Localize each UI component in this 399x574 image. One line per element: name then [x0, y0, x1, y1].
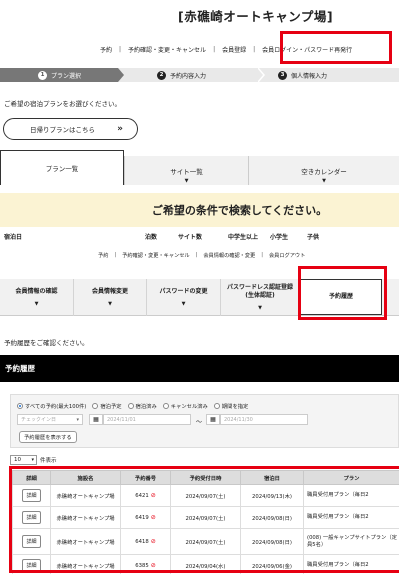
triangle-down-icon: ▼: [258, 304, 262, 311]
step-label: プラン選択: [51, 72, 82, 80]
date-to-input[interactable]: 2024/11/30: [220, 414, 308, 425]
step-divider-icon: [258, 68, 265, 82]
radio-period[interactable]: [213, 403, 220, 409]
highlight-history-tab: [298, 266, 387, 320]
nav-reservation-manage-link[interactable]: 予約確認・変更・キャンセル: [128, 45, 206, 54]
tab-passwordless-auth[interactable]: パスワードレス認証登録 (生体認証) ▼: [221, 279, 300, 316]
criteria-sites: サイト数: [178, 234, 203, 241]
filter-radio-group: すべての予約(最大100件) 宿泊予定 宿泊済み キャンセル済み 期間を指定: [17, 402, 254, 410]
criteria-infants: 子供: [307, 234, 320, 241]
nav2-reserve-link[interactable]: 予約: [98, 252, 108, 259]
nav-member-register-link[interactable]: 会員登録: [222, 45, 246, 54]
search-banner: ご希望の条件で検索してください。: [0, 193, 399, 227]
nav2-reservation-manage-link[interactable]: 予約確認・変更・キャンセル: [122, 252, 189, 259]
search-criteria-row: 宿泊日 泊数 サイト数 中学生以上 小学生 子供: [0, 228, 399, 241]
step-label: 予約内容入力: [170, 72, 207, 80]
criteria-checkin: 宿泊日: [4, 234, 23, 241]
tab-site-list[interactable]: サイト一覧 ▼: [124, 156, 248, 185]
tab-password-change[interactable]: パスワードの変更 ▼: [147, 279, 221, 316]
history-filter: すべての予約(最大100件) 宿泊予定 宿泊済み キャンセル済み 期間を指定 チ…: [10, 394, 399, 448]
calendar-icon[interactable]: ▦: [89, 414, 103, 425]
calendar-icon[interactable]: ▦: [206, 414, 220, 425]
chevron-down-icon: ▾: [31, 457, 34, 463]
progress-steps: 1 プラン選択 2 予約内容入力 3 個人情報入力: [0, 68, 399, 82]
criteria-adults: 中学生以上: [228, 234, 259, 241]
per-page-control: 10 ▾ 件表示: [10, 455, 57, 465]
nav-reserve-link[interactable]: 予約: [100, 45, 112, 54]
tab-plan-list[interactable]: プラン一覧: [0, 150, 124, 185]
criteria-nights: 泊数: [145, 234, 158, 241]
radio-stayed[interactable]: [127, 403, 134, 409]
history-header: 予約履歴: [0, 355, 399, 382]
triangle-down-icon: ▼: [184, 178, 189, 184]
highlight-table-box: [9, 466, 399, 573]
highlight-login-box: [280, 31, 392, 64]
date-type-select[interactable]: チェックイン日 ▾: [17, 414, 83, 425]
tab-member-edit[interactable]: 会員情報変更 ▼: [74, 279, 147, 316]
triangle-down-icon: ▼: [181, 300, 186, 307]
criteria-children: 小学生: [270, 234, 289, 241]
radio-cancelled[interactable]: [162, 403, 169, 409]
show-history-button[interactable]: 予約履歴を表示する: [19, 431, 77, 443]
site-title: [赤礁崎オートキャンプ場]: [178, 9, 334, 24]
triangle-down-icon: ▼: [322, 178, 326, 184]
day-plan-button[interactable]: 日帰りプランはこちら »: [3, 118, 138, 140]
member-nav: 予約 | 予約確認・変更・キャンセル | 会員情報の確認・変更 | 会員ログアウト: [98, 252, 306, 259]
day-plan-label: 日帰りプランはこちら: [30, 126, 95, 134]
step-label: 個人情報入力: [291, 72, 328, 80]
step-plan-select: 1 プラン選択: [0, 68, 124, 82]
nav2-member-info-link[interactable]: 会員情報の確認・変更: [203, 252, 255, 259]
date-range-separator: 〜: [196, 419, 203, 426]
per-page-label: 件表示: [40, 458, 57, 464]
nav2-logout-link[interactable]: 会員ログアウト: [269, 252, 305, 259]
step-personal-info: 3 個人情報入力: [278, 68, 327, 82]
step-reservation-input: 2 予約内容入力: [157, 68, 206, 82]
plan-intro-text: ご希望の宿泊プランをお選びください。: [4, 100, 121, 108]
radio-upcoming[interactable]: [92, 403, 99, 409]
chevron-down-icon: ▾: [76, 416, 79, 423]
tab-availability-calendar[interactable]: 空きカレンダー ▼: [248, 156, 399, 185]
triangle-down-icon: ▼: [34, 300, 39, 307]
chevron-right-icon: »: [117, 124, 123, 134]
date-from-input[interactable]: 2024/11/01: [103, 414, 191, 425]
per-page-select[interactable]: 10 ▾: [10, 455, 37, 465]
radio-all[interactable]: [17, 403, 23, 409]
tab-member-info[interactable]: 会員情報の確認 ▼: [0, 279, 74, 316]
history-intro-text: 予約履歴をご確認ください。: [4, 339, 89, 347]
triangle-down-icon: ▼: [108, 300, 112, 307]
